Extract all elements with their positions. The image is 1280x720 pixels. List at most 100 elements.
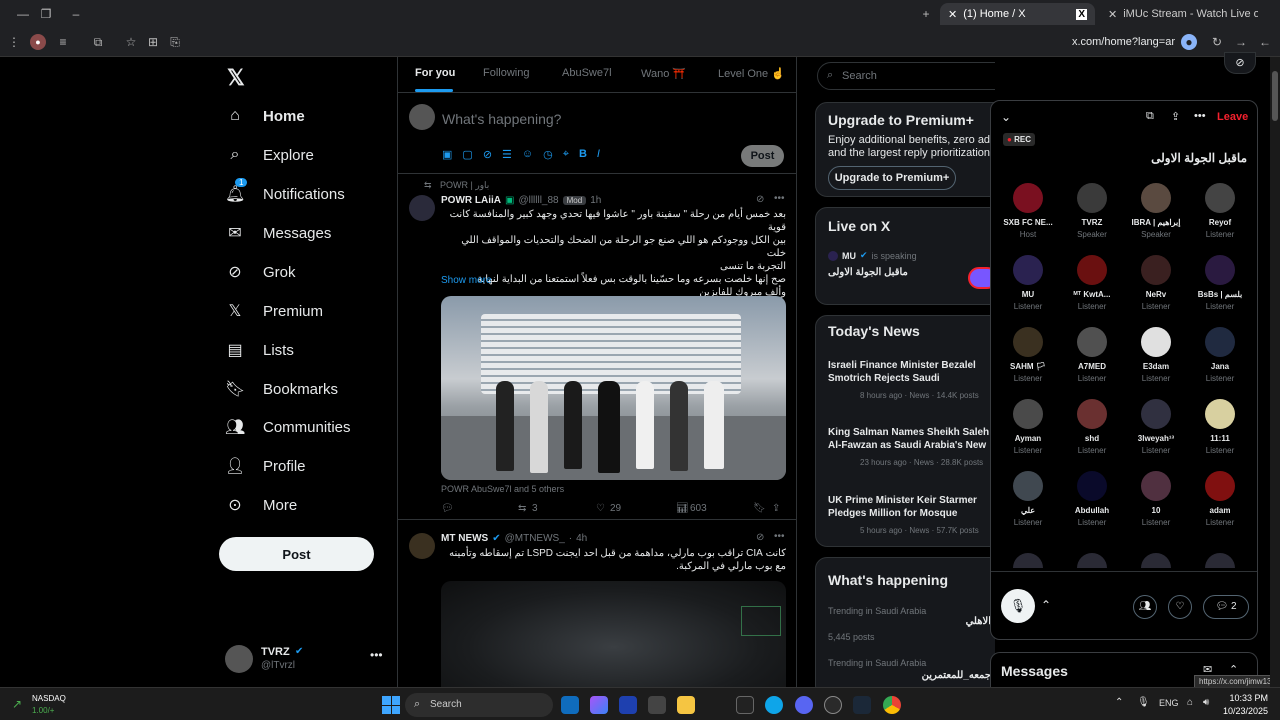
avatar[interactable] — [409, 195, 435, 221]
edge-icon[interactable] — [765, 696, 783, 714]
bold-icon[interactable]: B — [579, 148, 587, 161]
copilot-icon[interactable] — [590, 696, 608, 714]
tweet-author[interactable]: MT NEWS — [441, 533, 488, 544]
window-close-icon[interactable]: — — [15, 6, 31, 22]
space-participant[interactable] — [996, 553, 1060, 568]
nav-home[interactable]: ⌂ Home — [225, 101, 305, 131]
mic-icon[interactable]: 🎙︎ — [1001, 589, 1035, 623]
space-participant[interactable]: shd Listener — [1060, 399, 1124, 455]
space-participant[interactable]: BsBs | بلسم Listener — [1188, 255, 1252, 311]
space-participant[interactable]: Reyof Listener — [1188, 183, 1252, 239]
tab-level-one[interactable]: Level One ☝️ — [718, 67, 785, 80]
nav-profile[interactable]: 👤︎ Profile — [225, 451, 306, 481]
chevron-up-icon[interactable]: ⌃ — [1041, 598, 1051, 612]
security-icon[interactable] — [619, 696, 637, 714]
scrollbar-thumb[interactable] — [1272, 71, 1278, 121]
space-participant[interactable]: IBRA | إبراهيم Speaker — [1124, 183, 1188, 239]
more-dots-icon[interactable]: ••• — [774, 531, 785, 542]
tab-kick-stream[interactable]: ✕ iMUc Stream - Watch Live on K K — [1100, 3, 1258, 25]
star-icon[interactable]: ☆ — [123, 34, 139, 50]
collections-icon[interactable]: ⊞ — [145, 34, 161, 50]
compose-input[interactable]: What's happening? — [442, 111, 561, 127]
tweet[interactable]: MT NEWS ✔ @MTNEWS_ · 4h ⊘ ••• كانت CIA ت… — [398, 521, 796, 687]
poll-icon[interactable]: ☰ — [502, 148, 512, 161]
nav-lists[interactable]: ▤ Lists — [225, 335, 293, 365]
extensions-icon[interactable]: ⧉ — [90, 34, 106, 50]
reload-icon[interactable]: ↻ — [1209, 34, 1225, 50]
window-minimize-icon[interactable]: – — [68, 6, 84, 22]
window-restore-icon[interactable]: ❐ — [38, 6, 54, 22]
leave-button[interactable]: Leave — [1217, 111, 1248, 123]
more-dots-icon[interactable]: ••• — [774, 193, 785, 204]
space-participant[interactable]: علي Listener — [996, 471, 1060, 527]
space-participant[interactable]: Jana Listener — [1188, 327, 1252, 383]
upgrade-button[interactable]: Upgrade to Premium+ — [828, 166, 956, 190]
chrome-icon[interactable] — [883, 696, 901, 714]
app-icon[interactable] — [736, 696, 754, 714]
tweet-time[interactable]: 4h — [576, 533, 587, 544]
tab-close-icon[interactable]: ✕ — [948, 8, 957, 21]
grok-icon[interactable]: ⊘ — [483, 148, 492, 161]
location-icon[interactable]: ⌖ — [563, 148, 569, 161]
space-participant[interactable] — [1188, 553, 1252, 568]
outlook-icon[interactable] — [561, 696, 579, 714]
obs-icon[interactable] — [824, 696, 842, 714]
tweet-handle[interactable]: @llllll_88 — [518, 195, 558, 206]
gif-icon[interactable]: ▢ — [462, 148, 472, 161]
tray-chevron-icon[interactable]: ⌃ — [1115, 697, 1123, 708]
tab-following[interactable]: Following — [483, 67, 529, 79]
windows-start-icon[interactable] — [382, 696, 400, 714]
new-tab-icon[interactable]: + — [918, 6, 934, 22]
file-explorer-icon[interactable] — [677, 696, 695, 714]
store-icon[interactable] — [648, 696, 666, 714]
nav-grok[interactable]: ⊘ Grok — [225, 257, 295, 287]
language-indicator[interactable]: ENG — [1159, 698, 1179, 708]
stock-name[interactable]: NASDAQ — [32, 694, 66, 703]
space-participant[interactable]: E3dam Listener — [1124, 327, 1188, 383]
url-field[interactable]: x.com/home?lang=ar — [1030, 36, 1175, 48]
tweet-image[interactable] — [441, 296, 786, 480]
mic-icon[interactable]: ● — [1181, 34, 1197, 50]
network-icon[interactable]: ⌂ — [1187, 697, 1193, 708]
taskbar-search[interactable]: ⌕ Search — [405, 693, 553, 717]
x-logo-icon[interactable]: 𝕏 — [227, 65, 245, 91]
space-participant[interactable]: MU Listener — [996, 255, 1060, 311]
space-participant[interactable]: Abdullah Listener — [1060, 471, 1124, 527]
compose-post-button[interactable]: Post — [741, 145, 784, 167]
space-participant[interactable]: 11:11 Listener — [1188, 399, 1252, 455]
media-tags[interactable]: POWR AbuSwe7l and 5 others — [441, 484, 564, 494]
menu-dots-icon[interactable]: ⋮ — [6, 34, 22, 50]
schedule-icon[interactable]: ◷ — [543, 148, 553, 161]
profile-icon[interactable]: ● — [30, 34, 46, 50]
space-participant[interactable]: adam Listener — [1188, 471, 1252, 527]
space-participant[interactable]: SXB FC NE... Host — [996, 183, 1060, 239]
live-space-title[interactable]: ماقبل الجولة الاولى — [828, 267, 908, 278]
live-host[interactable]: MU ✔ is speaking — [828, 250, 917, 261]
space-participant[interactable] — [1124, 553, 1188, 568]
playlist-icon[interactable]: ≡ — [55, 34, 71, 50]
space-participant[interactable]: SAHM 🏳 Listener — [996, 327, 1060, 383]
volume-icon[interactable]: 🔊︎ — [1203, 697, 1209, 708]
nav-explore[interactable]: ⌕ Explore — [225, 140, 314, 170]
search-box[interactable]: ⌕ Search — [817, 62, 995, 90]
reply-icon[interactable]: 💬︎ — [441, 503, 454, 514]
news-item[interactable]: King Salman Names Sheikh Saleh Al-Fawzan… — [828, 426, 995, 467]
share-icon[interactable]: ⎘ — [167, 34, 183, 50]
tweet-handle[interactable]: @MTNEWS_ — [505, 533, 565, 544]
search-input[interactable]: Search — [842, 70, 877, 82]
tab-close-icon[interactable]: ✕ — [1108, 8, 1117, 21]
space-participant[interactable]: ᴹᵀ KwtA... Listener — [1060, 255, 1124, 311]
views-icon[interactable]: 📊︎ — [676, 503, 689, 514]
avatar[interactable] — [409, 533, 435, 559]
steam-icon[interactable] — [853, 696, 871, 714]
discord-icon[interactable] — [795, 696, 813, 714]
space-participant[interactable]: 10 Listener — [1124, 471, 1188, 527]
react-icon[interactable]: ♡ — [1168, 595, 1192, 619]
forward-icon[interactable]: ← — [1257, 34, 1273, 50]
space-participant[interactable]: Ayman Listener — [996, 399, 1060, 455]
space-participant[interactable]: NeRv Listener — [1124, 255, 1188, 311]
tweet-time[interactable]: 1h — [590, 195, 601, 206]
post-button[interactable]: Post — [219, 537, 374, 571]
space-participant[interactable]: TVRZ Speaker — [1060, 183, 1124, 239]
grok-icon[interactable]: ⊘ — [756, 194, 764, 205]
